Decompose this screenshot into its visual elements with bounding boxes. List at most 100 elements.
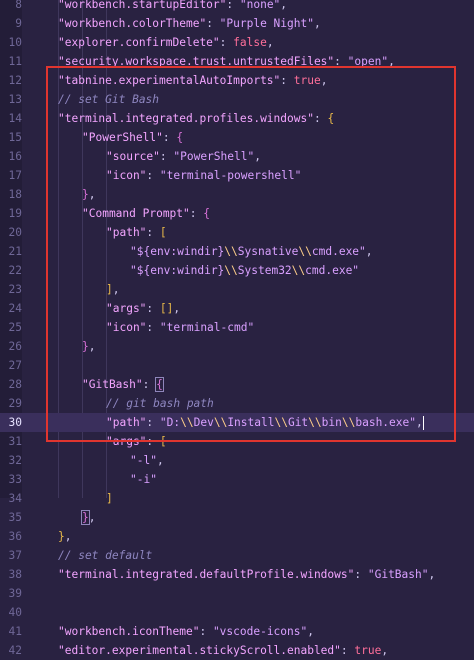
code-line[interactable]: 15 "PowerShell": { (0, 128, 474, 147)
code-token: , (173, 302, 181, 315)
code-line[interactable]: 31 "args": [ (0, 432, 474, 451)
code-text: // set Git Bash (58, 90, 159, 109)
code-line[interactable]: 12 "tabnine.experimentalAutoImports": tru… (0, 71, 474, 90)
code-token: "source" (106, 150, 160, 163)
code-line[interactable]: 8 "workbench.startupEditor": "none", (0, 0, 474, 14)
code-text: "-i" (130, 470, 157, 489)
code-line[interactable]: 32 "-l", (0, 451, 474, 470)
code-text: }, (82, 337, 96, 356)
code-token: Git (287, 416, 309, 429)
code-token: : (146, 321, 160, 334)
code-text: "terminal.integrated.defaultProfile.wind… (58, 565, 435, 584)
code-line[interactable]: 17 "icon": "terminal-powershell" (0, 166, 474, 185)
code-token: "vscode-icons" (212, 625, 308, 638)
code-editor[interactable]: 8 "workbench.startupEditor": "none", 9 "wor… (0, 0, 474, 657)
code-token: \\ (180, 416, 194, 429)
code-text: "icon": "terminal-powershell" (106, 166, 301, 185)
code-line[interactable]: 41 "workbench.iconTheme": "vscode-icons", (0, 622, 474, 641)
code-line[interactable]: 39 (0, 584, 474, 603)
code-line[interactable]: 25 "icon": "terminal-cmd" (0, 318, 474, 337)
code-line[interactable]: 27 (0, 356, 474, 375)
code-line[interactable]: 20 "path": [ (0, 223, 474, 242)
code-token: "args" (106, 435, 147, 448)
line-number: 19 (8, 207, 22, 220)
code-token: , (88, 340, 96, 353)
code-token: Dev (193, 416, 214, 429)
code-token: , (381, 644, 389, 657)
line-number: 38 (8, 568, 22, 581)
code-line[interactable]: 35}, (0, 508, 474, 527)
code-token: : (146, 416, 160, 429)
code-line[interactable]: 29 // git bash path (0, 394, 474, 413)
code-token: } (58, 530, 65, 543)
code-line[interactable]: 13 // set Git Bash (0, 90, 474, 109)
code-text: "workbench.startupEditor": "none", (58, 0, 287, 14)
code-token: "icon" (106, 169, 147, 182)
line-number: 40 (8, 606, 22, 619)
code-token: : (189, 207, 204, 220)
code-line[interactable]: 30 "path": "D:\\Dev\\Install\\Git\\bin\\b… (0, 413, 474, 432)
code-token: "path" (106, 226, 147, 239)
code-token: "security.workspace.trust.untrustedFiles… (58, 55, 335, 68)
code-token: , (313, 17, 321, 30)
code-text: "${env:windir}\\Sysnative\\cmd.exe", (130, 242, 373, 261)
line-number: 35 (8, 511, 22, 524)
code-token: \\ (213, 416, 228, 429)
code-token: , (307, 625, 314, 638)
code-token: \\ (298, 245, 312, 258)
code-token: : (162, 131, 177, 144)
code-line[interactable]: 42 "editor.experimental.stickyScroll.enab… (0, 641, 474, 660)
code-token: "${env:windir} (130, 245, 225, 258)
code-line[interactable]: 37 // set default (0, 546, 474, 565)
code-token: , (415, 416, 423, 429)
code-token: "terminal.integrated.defaultProfile.wind… (58, 568, 355, 581)
code-token: , (112, 283, 120, 296)
code-token: , (88, 188, 96, 201)
code-line[interactable]: 24 "args": [], (0, 299, 474, 318)
code-line[interactable]: 10 "explorer.confirmDelete": false, (0, 33, 474, 52)
code-token: , (428, 568, 436, 581)
code-line[interactable]: 33 "-i" (0, 470, 474, 489)
code-line[interactable]: 9 "workbench.colorTheme": "Purple Night", (0, 14, 474, 33)
code-line[interactable]: 11 "security.workspace.trust.untrustedFil… (0, 52, 474, 71)
line-number: 33 (8, 473, 22, 486)
code-line[interactable]: 28 "GitBash": { (0, 375, 474, 394)
line-number: 24 (8, 302, 22, 315)
code-line[interactable]: 34] (0, 489, 474, 508)
code-line[interactable]: 40 (0, 603, 474, 622)
code-text: }, (82, 185, 96, 204)
code-token: , (266, 36, 274, 49)
code-token: : (159, 150, 174, 163)
code-token: "GitBash" (367, 568, 429, 581)
code-token: // git bash path (106, 397, 214, 410)
line-number: 16 (8, 150, 22, 163)
code-text: "terminal.integrated.profiles.windows": … (58, 109, 334, 128)
code-text: // set default (58, 546, 152, 565)
line-number: 34 (8, 492, 22, 505)
code-token: \\ (308, 416, 322, 429)
code-token: { (203, 207, 211, 220)
code-line[interactable]: 14 "terminal.integrated.profiles.windows"… (0, 109, 474, 128)
code-line[interactable]: 26}, (0, 337, 474, 356)
code-token: , (254, 150, 261, 163)
code-token: { (327, 112, 335, 125)
line-number: 21 (8, 245, 22, 258)
line-number: 12 (8, 74, 22, 87)
line-number: 37 (8, 549, 22, 562)
code-line[interactable]: 22 "${env:windir}\\System32\\cmd.exe" (0, 261, 474, 280)
code-text: "explorer.confirmDelete": false, (58, 33, 274, 52)
code-line[interactable]: 16 "source": "PowerShell", (0, 147, 474, 166)
code-token: "workbench.iconTheme" (58, 625, 200, 638)
code-line[interactable]: 21 "${env:windir}\\Sysnative\\cmd.exe", (0, 242, 474, 261)
code-line[interactable]: 36}, (0, 527, 474, 546)
code-token: // set default (58, 549, 153, 562)
code-line[interactable]: 38 "terminal.integrated.defaultProfile.wi… (0, 565, 474, 584)
code-token: : (142, 378, 157, 391)
code-text: "args": [], (106, 299, 180, 318)
code-line[interactable]: 18}, (0, 185, 474, 204)
code-line[interactable]: 19 "Command Prompt": { (0, 204, 474, 223)
code-token: , (64, 530, 72, 543)
code-line[interactable]: 23], (0, 280, 474, 299)
code-token: ] (106, 283, 113, 296)
line-number: 26 (8, 340, 22, 353)
